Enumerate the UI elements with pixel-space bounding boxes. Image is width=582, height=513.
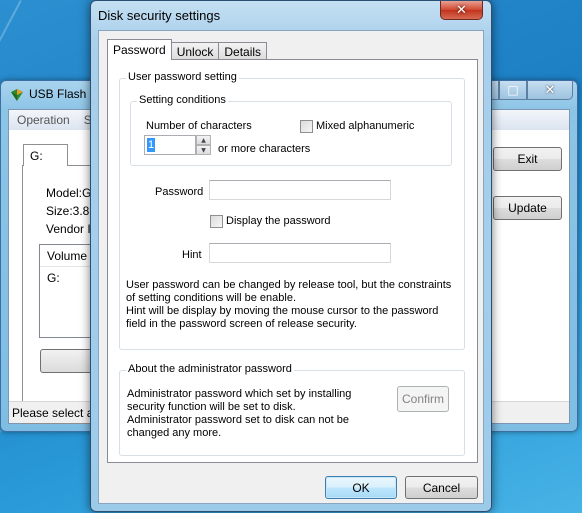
tab-drive-g[interactable]: G: bbox=[23, 144, 68, 166]
maximize-button[interactable]: □ bbox=[499, 81, 527, 100]
mixed-alphanumeric-label: Mixed alphanumeric bbox=[316, 120, 415, 132]
close-icon: ✕ bbox=[544, 82, 556, 98]
num-chars-value: 1 bbox=[147, 138, 155, 152]
note-line: security function will be set to disk. bbox=[127, 401, 296, 413]
hint-label: Hint bbox=[182, 249, 202, 261]
password-input[interactable] bbox=[209, 180, 391, 200]
tab-strip: Password Unlock Details bbox=[107, 39, 268, 60]
update-button[interactable]: Update bbox=[493, 196, 562, 220]
num-chars-label: Number of characters bbox=[146, 120, 252, 132]
close-button[interactable]: ✕ bbox=[527, 81, 573, 100]
note-line: field in the password screen of release … bbox=[126, 318, 357, 330]
up-arrow-icon: ▲ bbox=[201, 136, 206, 144]
note-line: changed any more. bbox=[127, 427, 222, 439]
admin-password-group: About the administrator password Adminis… bbox=[119, 363, 465, 456]
size-label: Size:3.82 bbox=[46, 204, 97, 218]
ok-button[interactable]: OK bbox=[325, 476, 397, 499]
hint-input[interactable] bbox=[209, 243, 391, 263]
mixed-alphanumeric-checkbox[interactable] bbox=[300, 120, 313, 133]
note-line: User password can be changed by release … bbox=[126, 279, 452, 291]
display-password-checkbox[interactable] bbox=[210, 215, 223, 228]
admin-password-legend: About the administrator password bbox=[126, 363, 294, 375]
dialog-close-button[interactable]: ✕ bbox=[440, 1, 483, 20]
disk-security-settings-dialog: Disk security settings ✕ Password Unlock… bbox=[90, 0, 492, 512]
app-icon bbox=[11, 89, 23, 101]
note-line: Administrator password set to disk can n… bbox=[127, 414, 349, 426]
cancel-button[interactable]: Cancel bbox=[405, 476, 478, 499]
user-password-group: User password setting Setting conditions… bbox=[119, 71, 465, 350]
down-arrow-icon: ▼ bbox=[201, 146, 206, 154]
note-line: Administrator password which set by inst… bbox=[127, 388, 352, 400]
password-tab-page: User password setting Setting conditions… bbox=[107, 59, 478, 463]
spin-down-button[interactable]: ▼ bbox=[196, 145, 211, 155]
tab-details[interactable]: Details bbox=[218, 42, 268, 60]
window-title: USB Flash S bbox=[29, 87, 98, 101]
vendor-label: Vendor II bbox=[46, 222, 95, 236]
tab-unlock[interactable]: Unlock bbox=[170, 42, 220, 60]
setting-conditions-group: Setting conditions Number of characters … bbox=[130, 94, 452, 166]
dialog-body: Password Unlock Details User password se… bbox=[98, 30, 484, 504]
setting-conditions-legend: Setting conditions bbox=[137, 94, 228, 106]
display-password-label: Display the password bbox=[226, 215, 331, 227]
password-label: Password bbox=[155, 186, 204, 198]
spin-up-button[interactable]: ▲ bbox=[196, 135, 211, 145]
note-line: of setting conditions will be enable. bbox=[126, 292, 296, 304]
dialog-title: Disk security settings bbox=[98, 8, 221, 23]
note-line: Hint will be display by moving the mouse… bbox=[126, 305, 439, 317]
admin-password-notes: Administrator password which set by inst… bbox=[127, 388, 351, 440]
menu-operation[interactable]: Operation bbox=[17, 113, 70, 127]
maximize-icon: □ bbox=[507, 83, 519, 97]
user-password-notes: User password can be changed by release … bbox=[126, 279, 451, 331]
or-more-characters-label: or more characters bbox=[218, 143, 311, 155]
close-icon: ✕ bbox=[456, 2, 467, 18]
tab-password[interactable]: Password bbox=[107, 39, 172, 60]
user-password-legend: User password setting bbox=[126, 71, 239, 83]
confirm-button[interactable]: Confirm bbox=[397, 386, 449, 412]
num-chars-input[interactable]: 1 bbox=[144, 135, 196, 155]
exit-button[interactable]: Exit bbox=[493, 147, 562, 171]
